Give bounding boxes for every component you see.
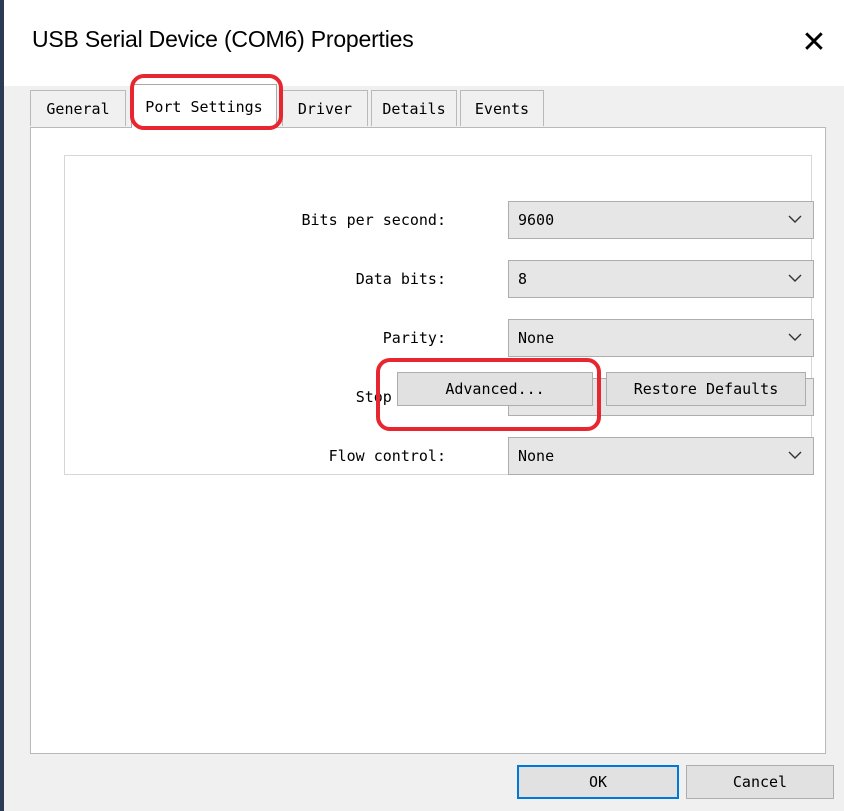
- tab-label: Events: [474, 99, 530, 118]
- tab-driver[interactable]: Driver: [282, 90, 368, 126]
- properties-dialog: USB Serial Device (COM6) Properties ✕ Ge…: [4, 0, 844, 811]
- combo-value: None: [518, 329, 555, 347]
- data-bits-label: Data bits:: [355, 270, 446, 288]
- combo-value: None: [518, 447, 555, 465]
- combo-value: 8: [518, 270, 528, 288]
- parity-select[interactable]: None: [508, 319, 814, 357]
- ok-button[interactable]: OK: [517, 765, 679, 799]
- tab-port-settings[interactable]: Port Settings: [131, 84, 277, 128]
- data-bits-select[interactable]: 8: [508, 260, 814, 298]
- advanced-button[interactable]: Advanced...: [397, 372, 593, 406]
- chevron-down-icon: [788, 215, 802, 223]
- bits-per-second-label: Bits per second:: [301, 211, 447, 229]
- tab-general[interactable]: General: [30, 90, 126, 126]
- tab-events[interactable]: Events: [460, 90, 544, 126]
- tab-label: General: [46, 99, 110, 118]
- parity-label: Parity:: [382, 329, 446, 347]
- tab-label: Port Settings: [145, 97, 263, 116]
- flow-control-select[interactable]: None: [508, 437, 814, 475]
- chevron-down-icon: [788, 333, 802, 341]
- restore-defaults-button[interactable]: Restore Defaults: [606, 372, 806, 406]
- window-title: USB Serial Device (COM6) Properties: [32, 26, 414, 52]
- chevron-down-icon: [788, 451, 802, 459]
- combo-value: 9600: [518, 211, 555, 229]
- close-button[interactable]: ✕: [784, 14, 844, 70]
- tab-label: Details: [382, 99, 446, 118]
- tab-label: Driver: [297, 99, 353, 118]
- bits-per-second-select[interactable]: 9600: [508, 201, 814, 239]
- tab-details[interactable]: Details: [371, 90, 457, 126]
- settings-group: Bits per second: 9600 Data bits: 8 Parit…: [64, 155, 814, 475]
- flow-control-label: Flow control:: [328, 447, 446, 465]
- chevron-down-icon: [788, 274, 802, 282]
- close-icon: ✕: [801, 24, 827, 60]
- cancel-button[interactable]: Cancel: [686, 765, 834, 799]
- port-settings-panel: Bits per second: 9600 Data bits: 8 Parit…: [30, 127, 826, 754]
- title-bar: USB Serial Device (COM6) Properties ✕: [4, 0, 844, 86]
